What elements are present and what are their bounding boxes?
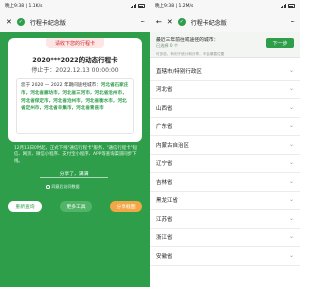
province-row[interactable]: 江苏省 ⌄ (150, 210, 300, 229)
more-icon[interactable]: ··· (290, 18, 295, 26)
more-icon[interactable]: ··· (140, 18, 145, 26)
action-buttons: 重新查询 更多工具 分享截图 (8, 201, 142, 212)
chevron-down-icon: ⌄ (288, 251, 294, 259)
more-tools-button[interactable]: 更多工具 (60, 201, 92, 212)
agree-checkbox[interactable]: 同意后访问数据 (46, 184, 106, 190)
share-screenshot-button[interactable]: 分享截图 (110, 201, 142, 212)
chevron-down-icon: ⌄ (288, 233, 294, 241)
province-row[interactable]: 直辖市/特别行政区 ⌄ (150, 62, 300, 81)
chevron-down-icon: ⌄ (288, 140, 294, 148)
chevron-down-icon: ⌄ (288, 66, 294, 74)
chevron-down-icon: ⌄ (288, 196, 294, 204)
province-row[interactable]: 辽宁省 ⌄ (150, 155, 300, 173)
province-label: 安徽省 (156, 253, 173, 260)
province-row[interactable]: 浙江省 ⌄ (150, 229, 300, 247)
selected-count: 已选择 0 个 (156, 43, 179, 48)
visited-cities-note: 您于 2020 — 2022 年期间途经城市：河北省石家庄市，河北省廊坊市，河北… (16, 78, 134, 134)
card-stop-time: 停止于：2022.12.13 00:00:00 (31, 67, 119, 74)
province-label: 江苏省 (156, 216, 173, 223)
travel-card: 请收下您的行程卡 2020***2022的动态行程卡 停止于：2022.12.1… (8, 38, 142, 142)
province-row[interactable]: 河北省 ⌄ (150, 81, 300, 99)
status-icons (130, 4, 145, 8)
province-label: 内蒙古自治区 (156, 142, 190, 149)
chevron-down-icon: ⌄ (288, 122, 294, 130)
signal-icon (280, 4, 286, 8)
card-tab: 请收下您的行程卡 (46, 38, 104, 48)
province-label: 直辖市/特别行政区 (156, 68, 202, 75)
left-screen: 晚上9:38 | 1.1K/s ✕ ✓ 行程卡纪念版 ··· 请收下您的行程卡 … (0, 0, 150, 287)
province-row[interactable]: 山西省 ⌄ (150, 99, 300, 118)
chevron-down-icon: ⌄ (288, 214, 294, 222)
requery-button[interactable]: 重新查询 (8, 201, 42, 212)
province-label: 浙江省 (156, 235, 173, 242)
chevron-down-icon: ⌄ (288, 159, 294, 167)
app-title: 行程卡纪念版 (29, 19, 66, 27)
next-step-button[interactable]: 下一步 (266, 38, 294, 48)
chevron-down-icon: ⌄ (288, 103, 294, 111)
province-label: 广东省 (156, 124, 173, 131)
card-date-range: 2020***2022的动态行程卡 (32, 56, 118, 64)
status-bar: 晚上9:38 | 1.1K/s (0, 0, 150, 12)
chevron-down-icon: ⌄ (288, 177, 294, 185)
province-list: 直辖市/特别行政区 ⌄ 河北省 ⌄ 山西省 ⌄ 广东省 ⌄ 内蒙古自治区 ⌄ 辽宁省 ⌄ 吉林省 ⌄ 黑龙江… (150, 62, 300, 266)
selection-hint: 可多选，有利于统计和分享，不会暴露位置 (156, 52, 225, 56)
chevron-down-icon: ⌄ (288, 85, 294, 93)
status-time: 晚上9:38 | 1.1K/s (5, 4, 43, 9)
share-text[interactable]: 分享了，满满 (40, 170, 108, 178)
close-icon[interactable]: ✕ (6, 18, 12, 26)
battery-icon (138, 4, 145, 8)
right-screen: 晚上9:38 | 1.2M/s ← ✕ ✓ 行程卡纪念版 ··· 最近三年前往或… (150, 0, 300, 287)
province-label: 辽宁省 (156, 161, 173, 168)
note-prefix: 您于 2020 — 2022 年期间途经城市： (21, 83, 101, 88)
close-icon[interactable]: ✕ (167, 18, 173, 26)
signal-icon (130, 4, 136, 8)
province-label: 山西省 (156, 105, 173, 112)
province-label: 吉林省 (156, 179, 173, 186)
title-bar: ← ✕ ✓ 行程卡纪念版 ··· (150, 12, 300, 32)
app-title: 行程卡纪念版 (190, 19, 227, 27)
province-label: 黑龙江省 (156, 198, 179, 205)
province-row[interactable]: 吉林省 ⌄ (150, 173, 300, 192)
shield-icon: ✓ (177, 18, 186, 26)
province-label: 河北省 (156, 87, 173, 94)
background-fill (0, 220, 150, 287)
province-row[interactable]: 安徽省 ⌄ (150, 247, 300, 266)
province-row[interactable]: 广东省 ⌄ (150, 118, 300, 136)
radio-icon[interactable] (46, 185, 50, 189)
back-arrow-icon[interactable]: ← (156, 18, 162, 26)
battery-icon (288, 4, 295, 8)
title-bar: ✕ ✓ 行程卡纪念版 ··· (0, 12, 150, 32)
agree-label: 同意后访问数据 (51, 184, 80, 189)
province-row[interactable]: 内蒙古自治区 ⌄ (150, 136, 300, 155)
city-selection-header: 最近三年前往或途径的城市： 已选择 0 个 下一步 可多选，有利于统计和分享，不… (150, 32, 300, 58)
offline-notice: 12月13日0时起，正式下线"通信行程卡"服务，"通信行程卡"短信、网页、微信小… (14, 146, 138, 164)
shield-icon: ✓ (16, 18, 25, 26)
selection-title: 最近三年前往或途径的城市： (156, 38, 219, 43)
status-time: 晚上9:38 | 1.2M/s (155, 4, 194, 9)
status-bar: 晚上9:38 | 1.2M/s (150, 0, 300, 12)
province-row[interactable]: 黑龙江省 ⌄ (150, 192, 300, 210)
status-icons (280, 4, 295, 8)
